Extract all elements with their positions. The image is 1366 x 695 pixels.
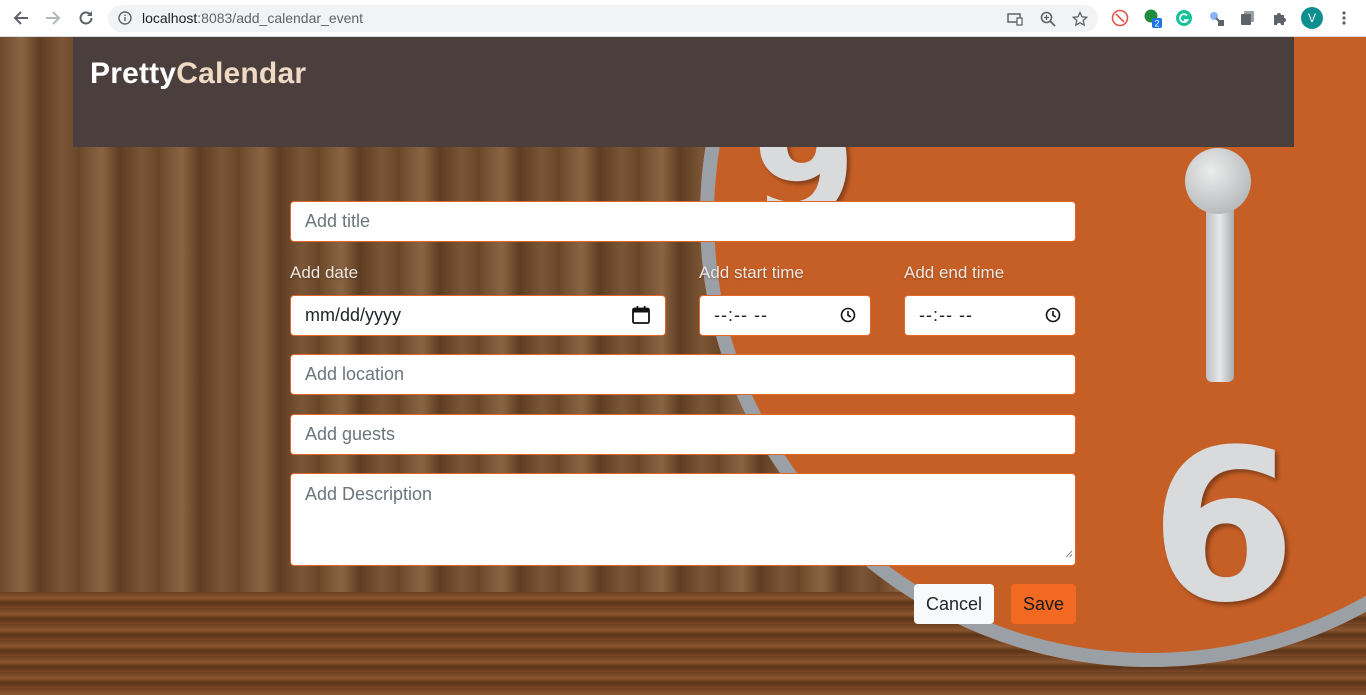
extension-copy-icon[interactable] [1238,8,1258,28]
back-button[interactable] [9,7,33,29]
forward-button[interactable] [41,7,65,29]
address-bar[interactable]: localhost:8083/add_calendar_event [108,5,1098,32]
zoom-icon[interactable] [1038,9,1058,29]
date-value: mm/dd/yyyy [305,305,402,325]
forward-arrow-icon [46,11,61,25]
browser-menu-icon[interactable] [1334,8,1354,28]
calendar-icon[interactable] [631,305,651,330]
brand-part-calendar: Calendar [176,57,307,90]
end-time-input[interactable]: --:-- -- [904,295,1076,336]
clock-hand-cap [1185,148,1251,214]
start-time-value: --:-- -- [714,305,768,325]
brand-logo[interactable]: PrettyCalendar [90,57,306,91]
grammarly-icon[interactable] [1174,8,1194,28]
end-time-value: --:-- -- [919,305,973,325]
extension-badge-count: 2 [1154,19,1159,29]
extension-red-icon[interactable] [1110,8,1130,28]
description-textarea[interactable]: Add Description [290,473,1076,566]
url-path: :8083/add_calendar_event [197,10,364,26]
bookmark-star-icon[interactable] [1070,9,1090,29]
location-placeholder: Add location [305,364,405,384]
guests-placeholder: Add guests [305,424,396,444]
save-button[interactable]: Save [1011,584,1076,624]
cancel-button[interactable]: Cancel [914,584,994,624]
back-arrow-icon [13,11,28,25]
cast-icon[interactable] [1005,9,1025,29]
reload-button[interactable] [74,7,98,29]
app-header: PrettyCalendar [73,37,1294,147]
clock-icon[interactable] [840,307,856,328]
url-text: localhost:8083/add_calendar_event [142,10,363,27]
profile-avatar[interactable]: V [1301,7,1323,29]
location-input[interactable]: Add location [290,354,1076,395]
start-time-label: Add start time [699,263,804,282]
clock-icon[interactable] [1045,307,1061,328]
extension-badge-icon[interactable]: 2 [1142,8,1162,28]
clock-number-six: 6 [1150,404,1297,649]
url-host: localhost [142,10,198,26]
reload-icon [79,11,93,25]
site-info-icon[interactable] [118,11,132,30]
start-time-input[interactable]: --:-- -- [699,295,871,336]
end-time-label: Add end time [904,263,1005,282]
title-input[interactable]: Add title [290,201,1076,242]
brand-part-pretty: Pretty [90,57,177,90]
title-placeholder: Add title [305,211,371,231]
extension-satellite-icon[interactable] [1206,8,1226,28]
extensions-puzzle-icon[interactable] [1270,8,1290,28]
resize-handle-icon[interactable] [1064,542,1073,563]
guests-input[interactable]: Add guests [290,414,1076,455]
browser-toolbar: localhost:8083/add_calendar_event 2 V [0,0,1366,37]
description-placeholder: Add Description [305,484,433,504]
date-input[interactable]: mm/dd/yyyy [290,295,666,336]
date-label: Add date [290,263,359,282]
